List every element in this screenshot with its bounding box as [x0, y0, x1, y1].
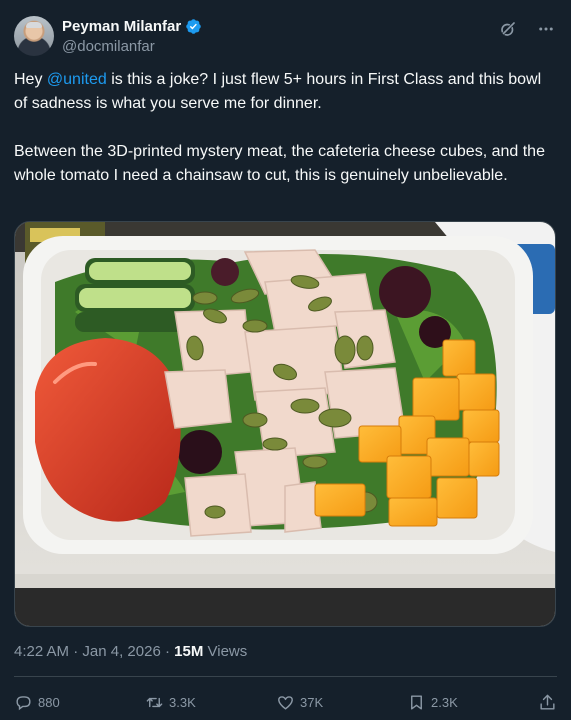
bookmark-icon: [411, 694, 422, 710]
views-count[interactable]: 15M: [174, 643, 203, 660]
share-button[interactable]: [538, 693, 557, 712]
meta-separator: ·: [69, 643, 83, 660]
repost-count: 3.3K: [169, 694, 196, 710]
reply-button[interactable]: 880: [14, 693, 74, 712]
reply-count: 880: [38, 694, 60, 710]
tweet-text: Hey @united is this a joke? I just flew …: [14, 68, 557, 188]
like-icon: [278, 695, 293, 710]
bookmark-count: 2.3K: [431, 694, 458, 710]
tweet-time[interactable]: 4:22 AM: [14, 643, 69, 660]
tweet-date[interactable]: Jan 4, 2026: [82, 643, 160, 660]
author-info: Peyman Milanfar @docmilanfar: [62, 17, 202, 56]
meta-separator: ·: [160, 643, 175, 660]
tweet-photo[interactable]: [14, 221, 556, 627]
mention-link[interactable]: @united: [47, 71, 107, 88]
like-button[interactable]: 37K: [276, 693, 336, 712]
grok-icon[interactable]: [497, 18, 519, 40]
tweet-actions-bar: 880 3.3K 37K 2.3K: [14, 690, 557, 714]
tweet-header: Peyman Milanfar @docmilanfar: [14, 14, 557, 60]
views-label: Views: [207, 643, 248, 660]
tweet-paragraph-1: Hey @united is this a joke? I just flew …: [14, 68, 557, 116]
author-display-name[interactable]: Peyman Milanfar: [62, 17, 181, 36]
more-icon[interactable]: [535, 18, 557, 40]
author-handle[interactable]: @docmilanfar: [62, 37, 202, 56]
bookmark-button[interactable]: 2.3K: [407, 693, 467, 712]
divider: [14, 676, 557, 677]
tweet-meta: 4:22 AM · Jan 4, 2026 · 15M Views: [14, 642, 247, 662]
repost-icon: [146, 697, 163, 707]
share-icon: [540, 694, 555, 710]
like-count: 37K: [300, 694, 324, 710]
verified-badge-icon: [186, 19, 201, 34]
header-actions: [497, 18, 557, 40]
reply-icon: [16, 695, 31, 710]
tweet-text-segment: Hey: [14, 71, 47, 88]
repost-button[interactable]: 3.3K: [145, 693, 205, 712]
avatar[interactable]: [14, 16, 54, 56]
salad-photo-illustration: [15, 222, 555, 626]
tweet-paragraph-2: Between the 3D-printed mystery meat, the…: [14, 143, 545, 184]
author-name-row: Peyman Milanfar: [62, 17, 202, 36]
